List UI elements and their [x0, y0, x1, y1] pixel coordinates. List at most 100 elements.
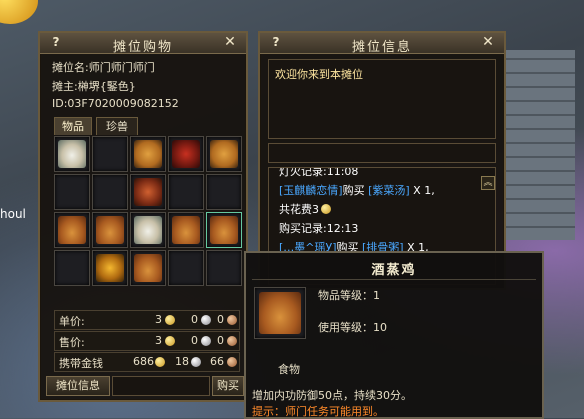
shop-titlebar[interactable]: ? 摊位购物 ✕ [40, 33, 246, 55]
item-slot[interactable] [168, 250, 204, 286]
gold-coin-icon [321, 204, 331, 214]
item-slot[interactable] [130, 174, 166, 210]
stall-id: ID:03F7020009082152 [52, 97, 179, 110]
item-slot[interactable] [206, 250, 242, 286]
scroll-up-icon[interactable]: ︽ [481, 176, 495, 190]
fried-fish-icon [134, 140, 162, 168]
gold-coin-icon [155, 357, 165, 367]
item-slot[interactable] [130, 212, 166, 248]
item-grid [54, 136, 244, 291]
broth-icon [96, 254, 124, 282]
log-line: 购买记录:12:13 [279, 219, 475, 238]
info-title: 摊位信息 [351, 40, 412, 55]
item-slot[interactable] [168, 136, 204, 172]
stall-owner-label: 摊主: [52, 80, 78, 93]
roast-chicken-icon [172, 216, 200, 244]
item-slot[interactable] [54, 212, 90, 248]
item-slot[interactable] [206, 136, 242, 172]
item-description: 增加内功防御50点，持续30分。 [252, 389, 412, 402]
copper-coin-icon [227, 315, 237, 325]
log-line: 灯火记录:11:08 [279, 167, 475, 181]
tab-pets[interactable]: 珍兽 [96, 117, 138, 135]
item-slot[interactable] [92, 250, 128, 286]
message-input[interactable] [268, 143, 496, 163]
stall-name-label: 摊位名: [52, 61, 89, 74]
sell-price-silver: 0 [191, 334, 198, 347]
welcome-message: 欢迎你来到本摊位 [275, 68, 363, 81]
item-slot[interactable] [54, 136, 90, 172]
log-line: [玉麒麟恋情]购买 [紫菜汤] X 1, [279, 181, 475, 200]
use-level-label: 使用等级： [318, 321, 373, 334]
roast-chicken-icon [210, 216, 238, 244]
unit-price-label: 单价: [59, 315, 85, 328]
carried-money-copper: 66 [210, 355, 224, 368]
item-slot[interactable] [54, 174, 90, 210]
carried-money-label: 携带金钱 [59, 357, 103, 370]
item-slot[interactable] [130, 136, 166, 172]
use-level-value: 10 [373, 321, 387, 334]
stall-info-button[interactable]: 摊位信息 [46, 376, 110, 396]
log-text: 灯火记录:11:08 [279, 167, 359, 178]
gold-coin-icon [165, 315, 175, 325]
skewer-icon [134, 178, 162, 206]
item-level-row: 物品等级：1 [318, 287, 380, 303]
log-text: X 1, [409, 184, 435, 197]
item-slot[interactable] [206, 174, 242, 210]
item-slot[interactable] [92, 212, 128, 248]
info-titlebar[interactable]: ? 摊位信息 ✕ [260, 33, 504, 55]
stall-shop-window: ? 摊位购物 ✕ 摊位名:师门师门师门 摊主:榊堺{鋻色} ID:03F7020… [38, 31, 248, 402]
unit-price-gold: 3 [155, 313, 162, 326]
sell-price-copper: 0 [217, 334, 224, 347]
sell-price-row: 售价: 3 0 0 [54, 331, 240, 351]
soup-bowl-icon [134, 216, 162, 244]
silver-coin-icon [191, 357, 201, 367]
carried-money-gold: 686 [133, 355, 154, 368]
soup-bowl-icon [58, 140, 86, 168]
roast-chicken-icon [134, 254, 162, 282]
log-text: 购买记录:12:13 [279, 222, 359, 235]
unit-price-copper: 0 [217, 313, 224, 326]
buy-button[interactable]: 购买 [212, 376, 244, 396]
item-slot[interactable] [54, 250, 90, 286]
use-level-row: 使用等级：10 [318, 319, 387, 335]
copper-coin-icon [227, 357, 237, 367]
unit-price-row: 单价: 3 0 0 [54, 310, 240, 330]
carried-money-silver: 18 [175, 355, 189, 368]
item-hint: 提示：师门任务可能用到。 [252, 405, 384, 418]
tooltip-item-name: 酒蒸鸡 [371, 263, 417, 278]
log-link[interactable]: [玉麒麟恋情] [279, 184, 343, 197]
item-level-label: 物品等级： [318, 289, 373, 302]
background-emblem [0, 0, 38, 24]
gold-coin-icon [165, 336, 175, 346]
shop-title: 摊位购物 [112, 40, 173, 55]
welcome-message-box: 欢迎你来到本摊位 [268, 59, 496, 139]
item-slot[interactable] [92, 136, 128, 172]
roast-chicken-icon [259, 292, 301, 334]
roast-chicken-icon [96, 216, 124, 244]
log-line: 共花费3 [279, 200, 475, 219]
quantity-field[interactable] [112, 376, 210, 396]
item-level-value: 1 [373, 289, 380, 302]
sell-price-label: 售价: [59, 336, 85, 349]
stall-name-value: 师门师门师门 [88, 61, 155, 74]
item-slot[interactable] [130, 250, 166, 286]
fried-fish-icon [210, 140, 238, 168]
item-tooltip: 酒蒸鸡 物品等级：1 使用等级：10 食物 增加内功防御50点，持续30分。 提… [244, 251, 544, 419]
log-link[interactable]: [紫菜汤] [368, 184, 410, 197]
unit-price-silver: 0 [191, 313, 198, 326]
item-slot[interactable] [168, 174, 204, 210]
stall-owner-row: 摊主:榊堺{鋻色} [52, 78, 136, 94]
item-slot[interactable] [206, 212, 242, 248]
tab-items[interactable]: 物品 [54, 117, 92, 135]
background-pillar [505, 50, 575, 240]
tooltip-divider [252, 279, 536, 280]
item-slot[interactable] [92, 174, 128, 210]
log-text: 购买 [342, 184, 369, 197]
silver-coin-icon [201, 315, 211, 325]
background-name-text: houl [0, 207, 26, 221]
meat-dish-icon [172, 140, 200, 168]
close-icon[interactable]: ✕ [480, 34, 496, 50]
close-icon[interactable]: ✕ [222, 34, 238, 50]
item-slot[interactable] [168, 212, 204, 248]
tooltip-item-icon [254, 287, 306, 339]
